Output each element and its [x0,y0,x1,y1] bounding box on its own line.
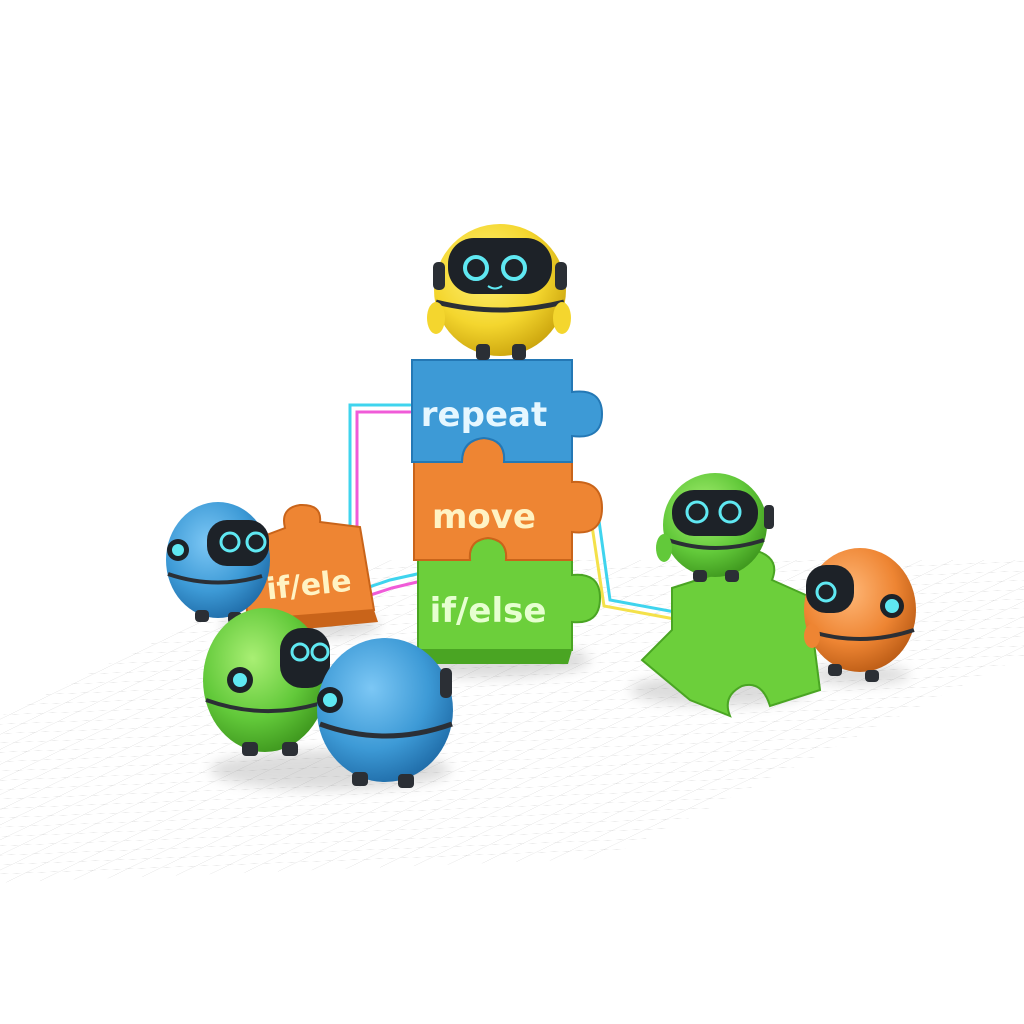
block-stack: if/else move repeat [411,359,604,664]
robot-puzzle-scene: if/ele if/else move repeat [0,0,1024,898]
repeat-block-label: repeat [421,395,547,435]
ifelse-block-label: if/else [430,591,547,631]
move-block-label: move [432,497,536,537]
